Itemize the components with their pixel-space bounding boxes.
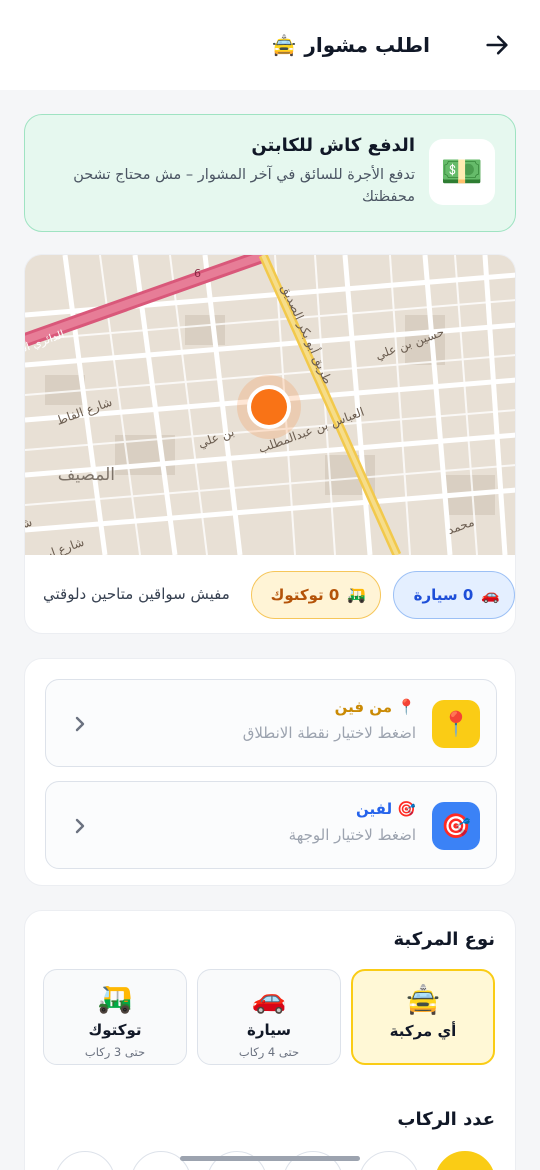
taxi-icon: 🚖: [405, 983, 441, 1016]
available-tuktuk-count: 0 توكتوك: [270, 586, 340, 604]
page-title-text: اطلب مشوار: [304, 33, 430, 57]
vehicle-type-title: نوع المركبة: [393, 929, 495, 950]
passenger-count-option[interactable]: [435, 1151, 495, 1170]
home-indicator[interactable]: [180, 1156, 360, 1161]
pin-icon: 📍: [432, 700, 480, 748]
car-icon: 🚗: [481, 586, 500, 604]
vehicle-type-card: نوع المركبة 🚖 أي مركبة 🚗 سيارة حتى 4 ركا…: [24, 910, 516, 1170]
tuktuk-icon: 🛺: [97, 982, 133, 1015]
target-icon: 🎯: [432, 802, 480, 850]
tuktuk-icon: 🛺: [347, 586, 366, 604]
taxi-icon: 🚖: [271, 33, 297, 57]
cash-description: تدفع الأجرة للسائق في آخر المشوار – مش م…: [73, 167, 415, 205]
map-label: 6: [194, 267, 201, 280]
route-card: 📍 📍 من فين اضغط لاختيار نقطة الانطلاق 🎯 …: [24, 658, 516, 886]
passenger-count-option[interactable]: [55, 1151, 115, 1170]
cash-title: الدفع كاش للكابتن: [251, 135, 415, 156]
passengers-title: عدد الركاب: [397, 1109, 495, 1130]
map-view[interactable]: 6 الدائري الشمالي شارع الفاط المصيف طريق…: [25, 255, 515, 555]
pickup-label: 📍 من فين: [334, 698, 416, 716]
vehicle-option-tuktuk[interactable]: 🛺 توكتوك حتى 3 ركاب: [43, 969, 187, 1065]
vehicle-option-any[interactable]: 🚖 أي مركبة: [351, 969, 495, 1065]
pickup-hint: اضغط لاختيار نقطة الانطلاق: [242, 724, 416, 742]
cash-payment-banner: 💵 الدفع كاش للكابتن تدفع الأجرة للسائق ف…: [24, 114, 516, 232]
chevron-left-icon: [75, 818, 85, 834]
chevron-left-icon: [75, 716, 85, 732]
vehicle-option-name: أي مركبة: [389, 1022, 457, 1040]
arrow-right-icon: [486, 35, 508, 55]
map-label: المصيف: [58, 465, 115, 485]
vehicle-option-name: توكتوك: [88, 1021, 142, 1039]
money-icon: 💵: [429, 139, 495, 205]
no-drivers-status: مفيش سواقين متاحين دلوقتي: [43, 585, 230, 603]
pickup-field[interactable]: 📍 📍 من فين اضغط لاختيار نقطة الانطلاق: [45, 679, 497, 767]
vehicle-option-capacity: حتى 4 ركاب: [238, 1045, 300, 1059]
vehicle-option-capacity: حتى 3 ركاب: [84, 1045, 146, 1059]
location-pin: [247, 385, 291, 429]
available-cars-chip: 🚗 0 سيارة: [393, 571, 515, 619]
car-icon: 🚗: [251, 982, 287, 1015]
available-tuktuk-chip: 🛺 0 توكتوك: [251, 571, 381, 619]
app-header: اطلب مشوار 🚖: [0, 0, 540, 90]
destination-hint: اضغط لاختيار الوجهة: [288, 826, 416, 844]
back-button[interactable]: [482, 30, 512, 60]
page-title: اطلب مشوار 🚖: [271, 33, 430, 57]
destination-label: 🎯 لفين: [356, 800, 416, 818]
vehicle-option-car[interactable]: 🚗 سيارة حتى 4 ركاب: [197, 969, 341, 1065]
map-card: 6 الدائري الشمالي شارع الفاط المصيف طريق…: [24, 254, 516, 634]
destination-field[interactable]: 🎯 🎯 لفين اضغط لاختيار الوجهة: [45, 781, 497, 869]
available-cars-count: 0 سيارة: [413, 586, 474, 604]
vehicle-option-name: سيارة: [247, 1021, 291, 1039]
passenger-count-option[interactable]: [359, 1151, 419, 1170]
